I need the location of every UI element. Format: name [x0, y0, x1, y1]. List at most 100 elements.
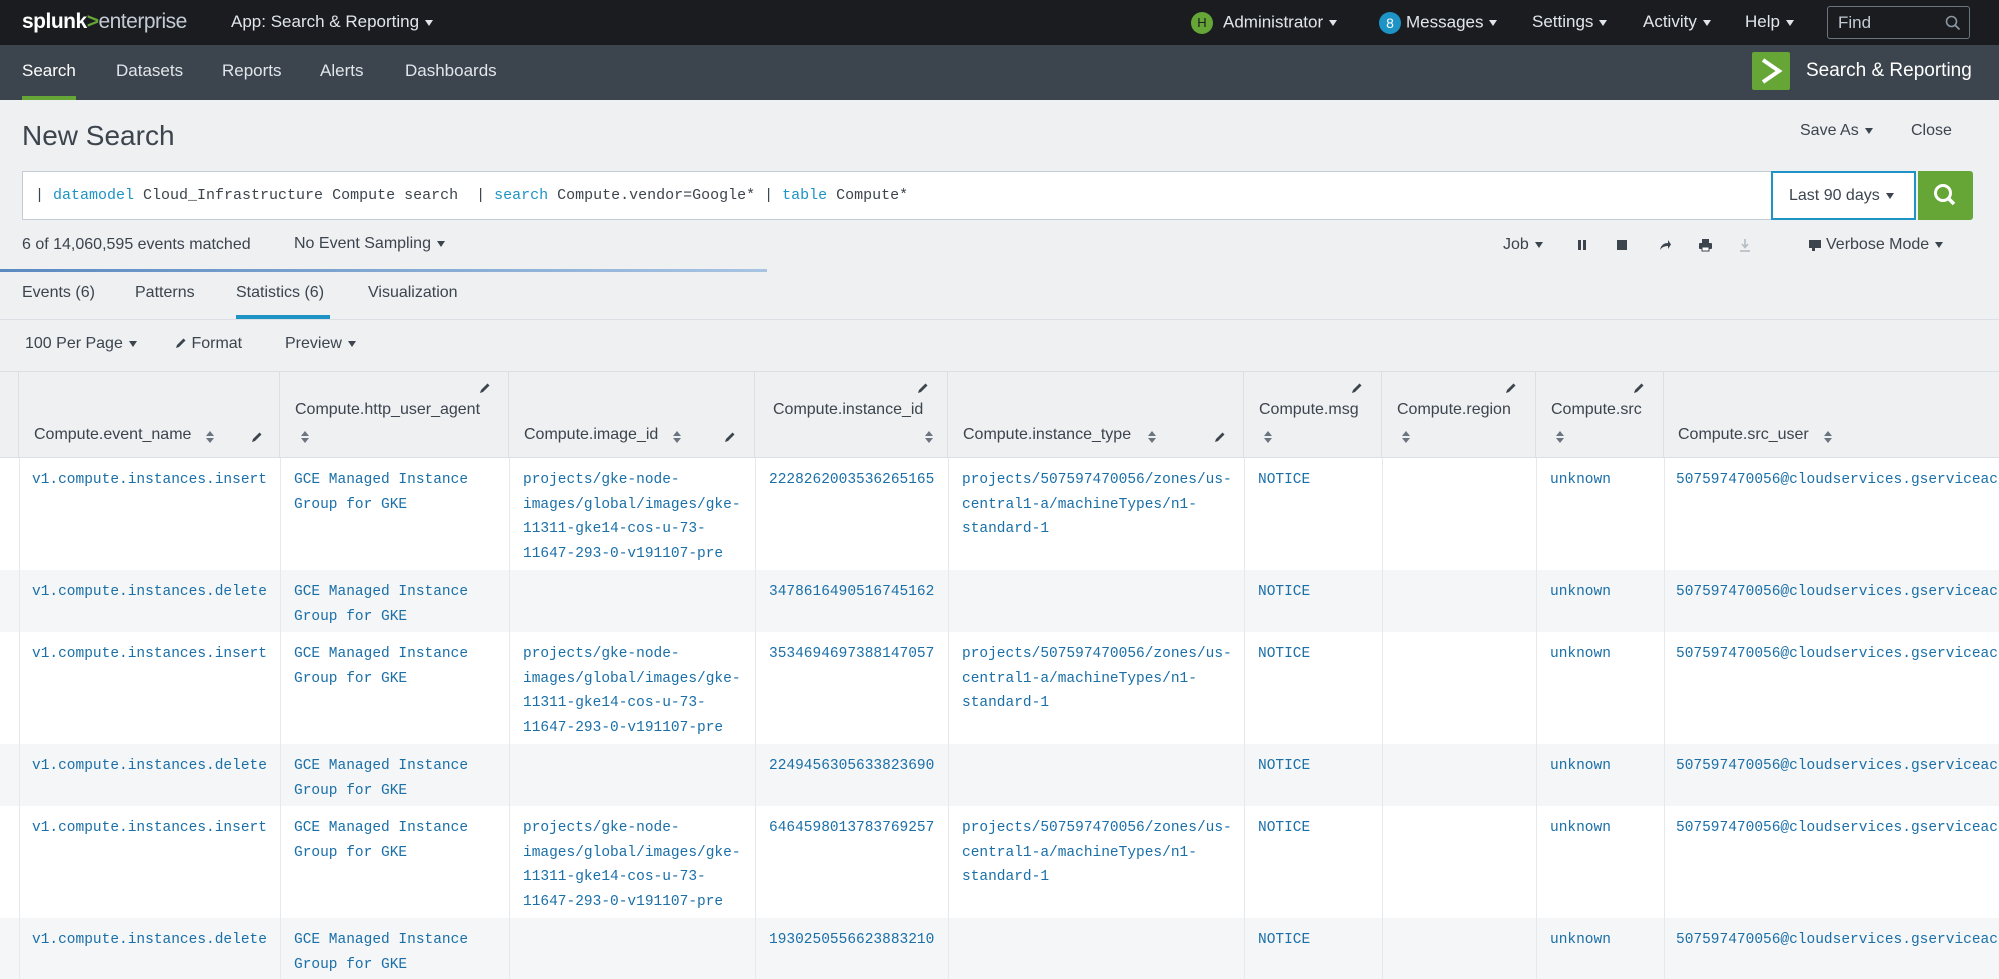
activity-menu[interactable]: Activity [1643, 12, 1711, 32]
cell-src-user[interactable]: 507597470056@cloudservices.gserviceaccou… [1676, 580, 1999, 605]
cell-instance-id[interactable]: 1930250556623883210 [769, 928, 934, 953]
cell-msg[interactable]: NOTICE [1258, 580, 1310, 605]
column-header-event-name[interactable]: Compute.event_name [19, 372, 280, 459]
cell-event-name[interactable]: v1.compute.instances.delete [32, 754, 267, 779]
search-mode-dropdown[interactable]: Verbose Mode [1808, 236, 1944, 254]
nav-dashboards[interactable]: Dashboards [405, 45, 497, 100]
sort-icon[interactable] [1402, 431, 1410, 443]
cell-msg[interactable]: NOTICE [1258, 816, 1310, 841]
settings-menu[interactable]: Settings [1532, 12, 1608, 32]
pencil-icon[interactable] [1633, 381, 1645, 399]
nav-search[interactable]: Search [22, 45, 76, 100]
cell-msg[interactable]: NOTICE [1258, 754, 1310, 779]
event-sampling-dropdown[interactable]: No Event Sampling [294, 235, 445, 253]
messages-menu[interactable]: 8 Messages [1379, 12, 1498, 34]
pencil-icon[interactable] [479, 381, 491, 399]
sort-icon[interactable] [1264, 431, 1272, 443]
format-button[interactable]: Format [175, 335, 242, 353]
splunk-logo[interactable]: splunk>enterprise [22, 10, 187, 34]
app-menu[interactable]: App: Search & Reporting [231, 12, 434, 32]
sort-icon[interactable] [1824, 431, 1832, 443]
sort-icon[interactable] [925, 431, 933, 443]
cell-src-user[interactable]: 507597470056@cloudservices.gserviceaccou… [1676, 754, 1999, 779]
sort-icon[interactable] [206, 431, 214, 443]
nav-datasets[interactable]: Datasets [116, 45, 183, 100]
cell-instance-id[interactable]: 2228262003536265165 [769, 468, 934, 493]
cell-src[interactable]: unknown [1550, 580, 1611, 605]
cell-msg[interactable]: NOTICE [1258, 642, 1310, 667]
cell-src-user[interactable]: 507597470056@cloudservices.gserviceaccou… [1676, 642, 1999, 667]
cell-user-agent[interactable]: GCE Managed Instance Group for GKE [294, 816, 468, 865]
column-header-instance-type[interactable]: Compute.instance_type [948, 372, 1244, 459]
cell-instance-type[interactable]: projects/507597470056/zones/us- central1… [962, 816, 1232, 890]
column-header-src-user[interactable]: Compute.src_user [1664, 372, 1999, 459]
cell-image-id[interactable]: projects/gke-node- images/global/images/… [523, 816, 741, 914]
cell-instance-id[interactable]: 2249456305633823690 [769, 754, 934, 779]
cell-msg[interactable]: NOTICE [1258, 468, 1310, 493]
column-header-src[interactable]: Compute.src [1536, 372, 1664, 459]
cell-event-name[interactable]: v1.compute.instances.delete [32, 580, 267, 605]
column-header-msg[interactable]: Compute.msg [1244, 372, 1382, 459]
cell-instance-type[interactable]: projects/507597470056/zones/us- central1… [962, 642, 1232, 716]
sort-icon[interactable] [673, 431, 681, 443]
column-header-region[interactable]: Compute.region [1382, 372, 1536, 459]
nav-alerts[interactable]: Alerts [320, 45, 363, 100]
stop-icon[interactable] [1615, 238, 1629, 257]
cell-instance-id[interactable]: 3534694697388147057 [769, 642, 934, 667]
cell-user-agent[interactable]: GCE Managed Instance Group for GKE [294, 754, 468, 803]
job-menu[interactable]: Job [1503, 236, 1543, 254]
sort-icon[interactable] [1556, 431, 1564, 443]
cell-user-agent[interactable]: GCE Managed Instance Group for GKE [294, 468, 468, 517]
sort-icon[interactable] [1148, 431, 1156, 443]
cell-src-user[interactable]: 507597470056@cloudservices.gserviceaccou… [1676, 928, 1999, 953]
per-page-dropdown[interactable]: 100 Per Page [25, 335, 137, 353]
cell-src[interactable]: unknown [1550, 642, 1611, 667]
cell-user-agent[interactable]: GCE Managed Instance Group for GKE [294, 580, 468, 629]
cell-src[interactable]: unknown [1550, 816, 1611, 841]
help-menu[interactable]: Help [1745, 12, 1794, 32]
column-header-instance-id[interactable]: Compute.instance_id [755, 372, 948, 459]
cell-event-name[interactable]: v1.compute.instances.insert [32, 816, 267, 841]
close-button[interactable]: Close [1911, 122, 1952, 140]
cell-src[interactable]: unknown [1550, 468, 1611, 493]
cell-msg[interactable]: NOTICE [1258, 928, 1310, 953]
cell-image-id[interactable]: projects/gke-node- images/global/images/… [523, 468, 741, 566]
share-icon[interactable] [1658, 238, 1672, 257]
user-menu[interactable]: H Administrator [1191, 12, 1338, 34]
print-icon[interactable] [1698, 238, 1713, 257]
cell-instance-id[interactable]: 6464598013783769257 [769, 816, 934, 841]
tab-visualization[interactable]: Visualization [368, 284, 458, 302]
pencil-icon[interactable] [724, 430, 736, 448]
cell-user-agent[interactable]: GCE Managed Instance Group for GKE [294, 928, 468, 977]
pencil-icon[interactable] [917, 381, 929, 399]
nav-reports[interactable]: Reports [222, 45, 282, 100]
tab-statistics[interactable]: Statistics (6) [236, 284, 324, 302]
pencil-icon[interactable] [251, 430, 263, 448]
search-button[interactable] [1918, 171, 1973, 220]
pencil-icon[interactable] [1214, 430, 1226, 448]
cell-instance-id[interactable]: 3478616490516745162 [769, 580, 934, 605]
cell-src-user[interactable]: 507597470056@cloudservices.gserviceaccou… [1676, 816, 1999, 841]
cell-src-user[interactable]: 507597470056@cloudservices.gserviceaccou… [1676, 468, 1999, 493]
cell-event-name[interactable]: v1.compute.instances.delete [32, 928, 267, 953]
cell-event-name[interactable]: v1.compute.instances.insert [32, 642, 267, 667]
preview-dropdown[interactable]: Preview [285, 335, 356, 353]
tab-patterns[interactable]: Patterns [135, 284, 195, 302]
tab-events[interactable]: Events (6) [22, 284, 95, 302]
cell-user-agent[interactable]: GCE Managed Instance Group for GKE [294, 642, 468, 691]
cell-src[interactable]: unknown [1550, 754, 1611, 779]
pencil-icon[interactable] [1351, 381, 1363, 399]
save-as-button[interactable]: Save As [1800, 122, 1873, 140]
cell-src[interactable]: unknown [1550, 928, 1611, 953]
column-header-http-user-agent[interactable]: Compute.http_user_agent [280, 372, 509, 459]
cell-image-id[interactable]: projects/gke-node- images/global/images/… [523, 642, 741, 740]
search-icon[interactable] [1945, 15, 1961, 36]
cell-event-name[interactable]: v1.compute.instances.insert [32, 468, 267, 493]
cell-instance-type[interactable]: projects/507597470056/zones/us- central1… [962, 468, 1232, 542]
time-range-picker[interactable]: Last 90 days [1771, 171, 1916, 220]
sort-icon[interactable] [301, 431, 309, 443]
search-query-input[interactable]: | datamodel Cloud_Infrastructure Compute… [22, 171, 1772, 220]
column-header-image-id[interactable]: Compute.image_id [509, 372, 755, 459]
pause-icon[interactable] [1575, 238, 1589, 257]
pencil-icon[interactable] [1505, 381, 1517, 399]
